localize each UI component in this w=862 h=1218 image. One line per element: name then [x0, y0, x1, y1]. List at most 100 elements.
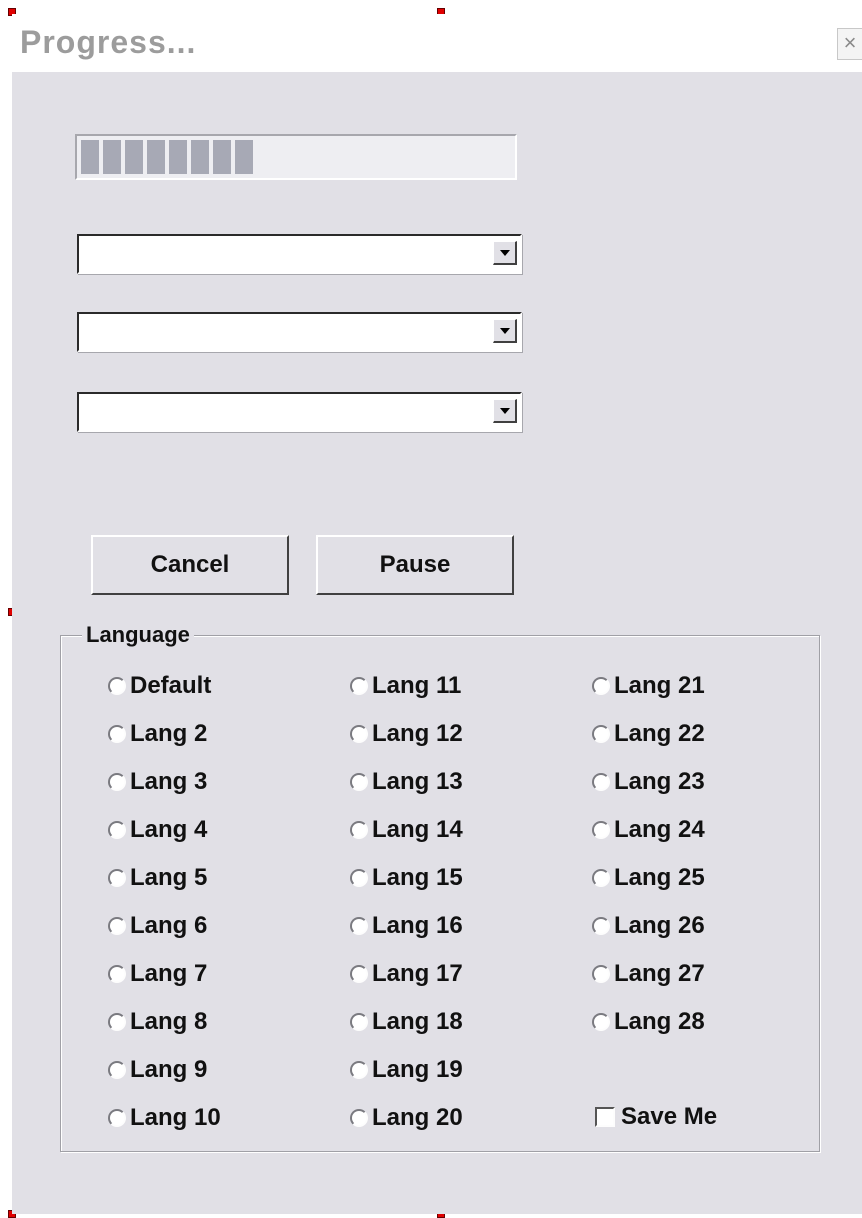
combo-box-2[interactable] — [77, 312, 522, 352]
combo-box-2-dropdown-button[interactable] — [493, 319, 517, 343]
language-radio-option[interactable]: Lang 24 — [592, 815, 705, 845]
checkbox-box[interactable] — [595, 1107, 615, 1127]
radio-button-icon[interactable] — [350, 773, 368, 791]
title-bar[interactable]: Progress... × — [12, 14, 862, 72]
pause-button[interactable]: Pause — [316, 535, 514, 595]
language-radio-label: Lang 7 — [130, 960, 208, 987]
cancel-button[interactable]: Cancel — [91, 535, 289, 595]
combo-box-1[interactable] — [77, 234, 522, 274]
language-radio-label: Lang 3 — [130, 768, 208, 795]
progress-segment — [147, 140, 165, 174]
radio-button-icon[interactable] — [108, 869, 126, 887]
dialog-title: Progress... — [20, 24, 197, 60]
radio-button-icon[interactable] — [350, 869, 368, 887]
radio-button-icon[interactable] — [592, 965, 610, 983]
combo-box-3-dropdown-button[interactable] — [493, 399, 517, 423]
radio-button-icon[interactable] — [350, 677, 368, 695]
language-radio-option[interactable]: Lang 26 — [592, 911, 705, 941]
language-radio-option[interactable]: Lang 20 — [350, 1103, 463, 1133]
progress-segment — [125, 140, 143, 174]
language-radio-option[interactable]: Lang 16 — [350, 911, 463, 941]
language-radio-label: Lang 23 — [614, 768, 705, 795]
language-radio-option[interactable]: Lang 19 — [350, 1055, 463, 1085]
radio-button-icon[interactable] — [592, 1013, 610, 1031]
radio-button-icon[interactable] — [108, 725, 126, 743]
language-radio-option[interactable]: Lang 4 — [108, 815, 207, 845]
radio-button-icon[interactable] — [350, 965, 368, 983]
language-radio-option[interactable]: Lang 7 — [108, 959, 207, 989]
language-radio-option[interactable]: Lang 23 — [592, 767, 705, 797]
radio-button-icon[interactable] — [108, 1109, 126, 1127]
language-radio-option[interactable]: Lang 3 — [108, 767, 207, 797]
radio-button-icon[interactable] — [592, 773, 610, 791]
radio-button-icon[interactable] — [350, 1061, 368, 1079]
radio-button-icon[interactable] — [350, 725, 368, 743]
language-radio-option[interactable]: Default — [108, 671, 211, 701]
language-radio-label: Lang 18 — [372, 1008, 463, 1035]
radio-button-icon[interactable] — [350, 1013, 368, 1031]
progress-bar — [75, 134, 517, 180]
language-radio-label: Lang 11 — [372, 672, 462, 699]
language-radio-option[interactable]: Lang 2 — [108, 719, 207, 749]
language-radio-option[interactable]: Lang 27 — [592, 959, 705, 989]
language-radio-option[interactable]: Lang 21 — [592, 671, 705, 701]
language-radio-label: Lang 9 — [130, 1056, 208, 1083]
language-radio-option[interactable]: Lang 9 — [108, 1055, 207, 1085]
language-radio-option[interactable]: Lang 22 — [592, 719, 705, 749]
radio-button-icon[interactable] — [592, 677, 610, 695]
radio-button-icon[interactable] — [592, 725, 610, 743]
radio-button-icon[interactable] — [350, 821, 368, 839]
chevron-down-icon — [499, 407, 510, 414]
chevron-down-icon — [499, 249, 510, 256]
language-radio-label: Lang 21 — [614, 672, 705, 699]
progress-segment — [169, 140, 187, 174]
language-radio-label: Lang 22 — [614, 720, 705, 747]
progress-segment — [81, 140, 99, 174]
language-radio-label: Lang 2 — [130, 720, 208, 747]
language-radio-option[interactable]: Lang 14 — [350, 815, 463, 845]
language-radio-label: Lang 13 — [372, 768, 463, 795]
language-radio-label: Lang 10 — [130, 1104, 221, 1131]
radio-button-icon[interactable] — [108, 917, 126, 935]
language-radio-label: Lang 8 — [130, 1008, 208, 1035]
language-radio-label: Lang 19 — [372, 1056, 463, 1083]
language-radio-option[interactable]: Lang 12 — [350, 719, 463, 749]
radio-button-icon[interactable] — [592, 821, 610, 839]
radio-button-icon[interactable] — [108, 773, 126, 791]
radio-button-icon[interactable] — [592, 917, 610, 935]
language-radio-label: Lang 4 — [130, 816, 208, 843]
language-radio-label: Lang 5 — [130, 864, 208, 891]
language-radio-label: Lang 15 — [372, 864, 463, 891]
language-radio-label: Lang 20 — [372, 1104, 463, 1131]
close-button[interactable]: × — [837, 28, 862, 60]
language-radio-label: Lang 24 — [614, 816, 705, 843]
radio-button-icon[interactable] — [350, 917, 368, 935]
language-radio-label: Lang 26 — [614, 912, 705, 939]
radio-button-icon[interactable] — [592, 869, 610, 887]
language-radio-option[interactable]: Lang 15 — [350, 863, 463, 893]
radio-button-icon[interactable] — [108, 677, 126, 695]
save-me-label: Save Me — [621, 1103, 718, 1130]
language-radio-label: Lang 6 — [130, 912, 208, 939]
language-radio-option[interactable]: Lang 5 — [108, 863, 207, 893]
language-radio-option[interactable]: Lang 25 — [592, 863, 705, 893]
radio-button-icon[interactable] — [108, 1061, 126, 1079]
language-radio-option[interactable]: Lang 17 — [350, 959, 463, 989]
language-radio-option[interactable]: Lang 11 — [350, 671, 461, 701]
language-radio-option[interactable]: Lang 8 — [108, 1007, 207, 1037]
language-radio-label: Lang 27 — [614, 960, 705, 987]
language-radio-option[interactable]: Lang 10 — [108, 1103, 221, 1133]
combo-box-3[interactable] — [77, 392, 522, 432]
language-radio-option[interactable]: Lang 6 — [108, 911, 207, 941]
radio-button-icon[interactable] — [108, 965, 126, 983]
save-me-checkbox[interactable]: Save Me — [595, 1102, 717, 1132]
radio-button-icon[interactable] — [108, 821, 126, 839]
radio-button-icon[interactable] — [108, 1013, 126, 1031]
language-radio-option[interactable]: Lang 18 — [350, 1007, 463, 1037]
combo-box-1-dropdown-button[interactable] — [493, 241, 517, 265]
close-icon: × — [843, 30, 857, 55]
language-radio-label: Lang 12 — [372, 720, 463, 747]
language-radio-option[interactable]: Lang 28 — [592, 1007, 705, 1037]
radio-button-icon[interactable] — [350, 1109, 368, 1127]
language-radio-option[interactable]: Lang 13 — [350, 767, 463, 797]
